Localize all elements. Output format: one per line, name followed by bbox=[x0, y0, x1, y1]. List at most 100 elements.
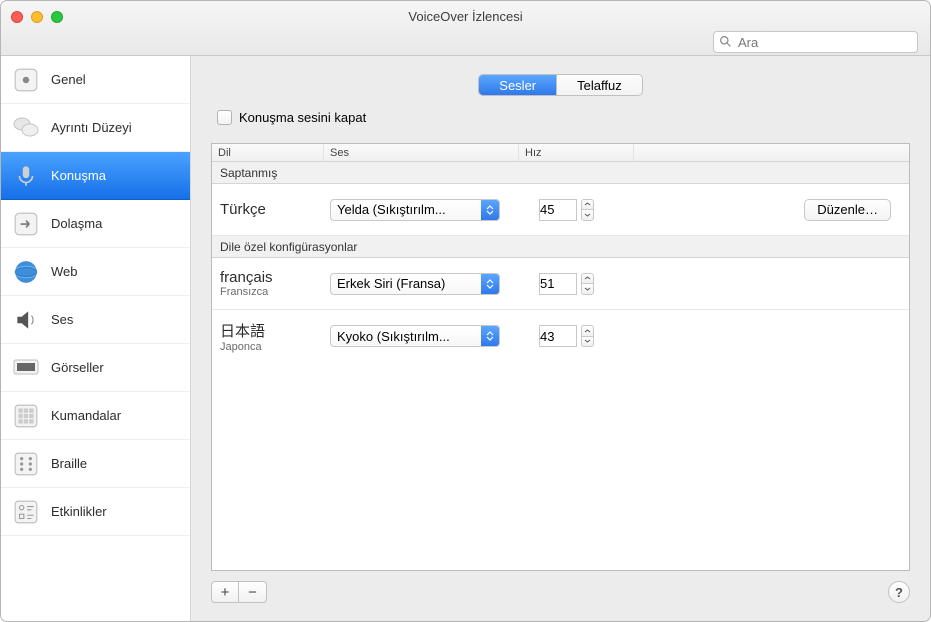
sidebar-item-speech[interactable]: Konuşma bbox=[1, 152, 190, 200]
voice-popup[interactable]: Erkek Siri (Fransa) bbox=[330, 273, 500, 295]
voice-popup[interactable]: Yelda (Sıkıştırılm... bbox=[330, 199, 500, 221]
tab-bar: Sesler Telaffuz bbox=[211, 74, 910, 96]
sidebar-item-web[interactable]: Web bbox=[1, 248, 190, 296]
sidebar-item-activities[interactable]: Etkinlikler bbox=[1, 488, 190, 536]
search-icon bbox=[719, 35, 732, 51]
chat-bubble-icon bbox=[11, 113, 41, 143]
remove-button[interactable]: − bbox=[239, 581, 267, 603]
column-header-rate[interactable]: Hız bbox=[519, 144, 634, 161]
add-button[interactable]: + bbox=[211, 581, 239, 603]
table-header: Dil Ses Hız bbox=[212, 144, 909, 162]
table-row[interactable]: français Fransızca Erkek Siri (Fransa) bbox=[212, 258, 909, 310]
voice-popup-label: Erkek Siri (Fransa) bbox=[331, 276, 481, 291]
sidebar-item-visuals[interactable]: Görseller bbox=[1, 344, 190, 392]
language-translated: Fransızca bbox=[220, 286, 324, 298]
mute-speech-row: Konuşma sesini kapat bbox=[211, 110, 910, 125]
rate-cell: 43 bbox=[519, 325, 634, 347]
sidebar-item-label: Web bbox=[51, 264, 78, 279]
sidebar-item-label: Görseller bbox=[51, 360, 104, 375]
chevron-updown-icon bbox=[481, 274, 499, 294]
mute-speech-label: Konuşma sesini kapat bbox=[239, 110, 366, 125]
arrow-right-icon bbox=[11, 209, 41, 239]
language-translated: Japonca bbox=[220, 341, 324, 353]
voices-table: Dil Ses Hız Saptanmış Türkçe Yelda (Sıkı… bbox=[211, 143, 910, 571]
sidebar-item-label: Konuşma bbox=[51, 168, 106, 183]
rate-stepper bbox=[581, 325, 594, 347]
section-default: Saptanmış bbox=[212, 162, 909, 184]
stepper-down-button[interactable] bbox=[581, 283, 594, 295]
chevron-updown-icon bbox=[481, 326, 499, 346]
microphone-icon bbox=[11, 161, 41, 191]
action-cell: Düzenle… bbox=[634, 199, 909, 221]
minimize-window-button[interactable] bbox=[31, 11, 43, 23]
braille-icon bbox=[11, 449, 41, 479]
sidebar-item-label: Braille bbox=[51, 456, 87, 471]
tab-pronunciation[interactable]: Telaffuz bbox=[557, 75, 642, 95]
chevron-updown-icon bbox=[481, 200, 499, 220]
sidebar-item-label: Ses bbox=[51, 312, 73, 327]
sidebar-item-navigation[interactable]: Dolaşma bbox=[1, 200, 190, 248]
sidebar-item-commanders[interactable]: Kumandalar bbox=[1, 392, 190, 440]
titlebar: VoiceOver İzlencesi bbox=[1, 1, 930, 56]
language-native: 日本語 bbox=[220, 320, 324, 341]
globe-icon bbox=[11, 257, 41, 287]
gear-icon bbox=[11, 65, 41, 95]
rate-stepper bbox=[581, 273, 594, 295]
voice-cell: Yelda (Sıkıştırılm... bbox=[324, 199, 519, 221]
rate-spinbox: 51 bbox=[539, 273, 599, 295]
speaker-icon bbox=[11, 305, 41, 335]
sidebar-item-general[interactable]: Genel bbox=[1, 56, 190, 104]
stepper-down-button[interactable] bbox=[581, 209, 594, 221]
edit-button[interactable]: Düzenle… bbox=[804, 199, 891, 221]
language-cell: Türkçe bbox=[212, 201, 324, 218]
help-button[interactable]: ? bbox=[888, 581, 910, 603]
footer-bar: + − ? bbox=[211, 571, 910, 603]
stepper-up-button[interactable] bbox=[581, 325, 594, 336]
sidebar-item-braille[interactable]: Braille bbox=[1, 440, 190, 488]
language-native: français bbox=[220, 269, 324, 286]
rate-input[interactable]: 51 bbox=[539, 273, 577, 295]
table-row-default[interactable]: Türkçe Yelda (Sıkıştırılm... bbox=[212, 184, 909, 236]
rate-spinbox: 45 bbox=[539, 199, 599, 221]
activities-icon bbox=[11, 497, 41, 527]
rate-stepper bbox=[581, 199, 594, 221]
close-window-button[interactable] bbox=[11, 11, 23, 23]
stepper-up-button[interactable] bbox=[581, 273, 594, 284]
stepper-up-button[interactable] bbox=[581, 199, 594, 210]
sidebar-item-label: Etkinlikler bbox=[51, 504, 107, 519]
voice-cell: Erkek Siri (Fransa) bbox=[324, 273, 519, 295]
traffic-lights bbox=[11, 11, 63, 23]
language-name: Türkçe bbox=[220, 201, 324, 218]
language-cell: 日本語 Japonca bbox=[212, 320, 324, 353]
rate-cell: 51 bbox=[519, 273, 634, 295]
table-body: Saptanmış Türkçe Yelda (Sıkıştırılm... bbox=[212, 162, 909, 570]
column-header-language[interactable]: Dil bbox=[212, 144, 324, 161]
sidebar-item-label: Ayrıntı Düzeyi bbox=[51, 120, 132, 135]
voice-popup[interactable]: Kyoko (Sıkıştırılm... bbox=[330, 325, 500, 347]
sidebar-item-label: Dolaşma bbox=[51, 216, 102, 231]
sidebar-item-sound[interactable]: Ses bbox=[1, 296, 190, 344]
add-remove-group: + − bbox=[211, 581, 267, 603]
section-lang-specific: Dile özel konfigürasyonlar bbox=[212, 236, 909, 258]
tab-voices[interactable]: Sesler bbox=[479, 75, 557, 95]
rate-spinbox: 43 bbox=[539, 325, 599, 347]
language-cell: français Fransızca bbox=[212, 269, 324, 298]
voice-popup-label: Yelda (Sıkıştırılm... bbox=[331, 202, 481, 217]
search-field-wrap bbox=[713, 31, 918, 53]
sidebar: Genel Ayrıntı Düzeyi Konuşma Dolaşma bbox=[1, 56, 191, 621]
rate-input[interactable]: 45 bbox=[539, 199, 577, 221]
search-input[interactable] bbox=[713, 31, 918, 53]
table-row[interactable]: 日本語 Japonca Kyoko (Sıkıştırılm... bbox=[212, 310, 909, 362]
voice-popup-label: Kyoko (Sıkıştırılm... bbox=[331, 329, 481, 344]
mute-speech-checkbox[interactable] bbox=[217, 110, 232, 125]
zoom-window-button[interactable] bbox=[51, 11, 63, 23]
segmented-control: Sesler Telaffuz bbox=[478, 74, 642, 96]
stepper-down-button[interactable] bbox=[581, 336, 594, 348]
sidebar-item-verbosity[interactable]: Ayrıntı Düzeyi bbox=[1, 104, 190, 152]
keypad-icon bbox=[11, 401, 41, 431]
column-header-action bbox=[634, 144, 909, 161]
column-header-voice[interactable]: Ses bbox=[324, 144, 519, 161]
body-area: Genel Ayrıntı Düzeyi Konuşma Dolaşma bbox=[1, 56, 930, 621]
sidebar-item-label: Genel bbox=[51, 72, 86, 87]
rate-input[interactable]: 43 bbox=[539, 325, 577, 347]
